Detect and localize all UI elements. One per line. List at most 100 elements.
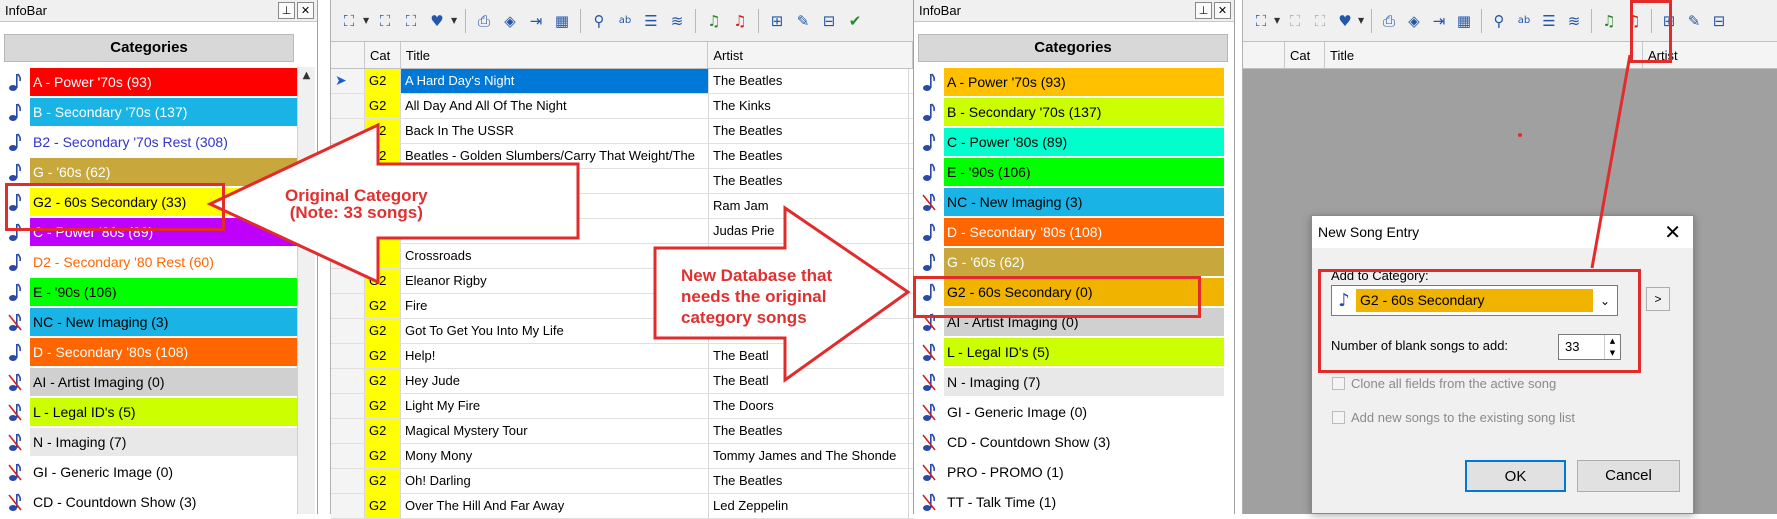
table-row[interactable]: G2 All Day And All Of The Night The Kinks xyxy=(331,94,913,119)
category-item[interactable]: A - Power '70s (93) xyxy=(914,67,1224,97)
add-existing-checkbox[interactable] xyxy=(1332,411,1345,424)
artist-cell[interactable]: Tommy James and The Shonde xyxy=(709,444,909,468)
close-icon[interactable]: ✕ xyxy=(1214,2,1231,19)
artist-cell[interactable]: The Beatles xyxy=(709,419,909,443)
add-song-icon[interactable]: ♫ xyxy=(702,9,726,33)
dropdown-arrow-icon[interactable]: ▼ xyxy=(1274,16,1282,25)
category-item[interactable]: PRO - PROMO (1) xyxy=(914,457,1224,487)
category-item[interactable]: N - Imaging (7) xyxy=(914,367,1224,397)
binoculars-up-icon[interactable]: ⛶ xyxy=(1283,9,1307,33)
row-indicator[interactable] xyxy=(331,219,365,243)
search-icon[interactable]: ⚲ xyxy=(587,9,611,33)
row-indicator[interactable] xyxy=(331,94,365,118)
title-cell[interactable]: Light My Fire xyxy=(401,394,709,418)
row-indicator[interactable] xyxy=(331,144,365,168)
column-header-artist[interactable]: Artist xyxy=(708,42,913,68)
category-item[interactable]: E - '90s (106) xyxy=(0,277,298,307)
row-indicator[interactable] xyxy=(331,369,365,393)
artist-cell[interactable]: The Beatles xyxy=(709,69,909,93)
cat-cell[interactable]: G2 xyxy=(365,294,401,318)
title-cell[interactable]: Mony Mony xyxy=(401,444,709,468)
binoculars-down-icon[interactable]: ⛶ xyxy=(1308,9,1332,33)
artist-cell[interactable]: The Beatl xyxy=(709,369,909,393)
row-indicator[interactable] xyxy=(331,444,365,468)
title-cell[interactable] xyxy=(401,169,709,193)
title-cell[interactable]: Fire xyxy=(401,294,709,318)
list-sort-icon[interactable]: ≋ xyxy=(665,9,689,33)
table-row[interactable]: G2 Mony Mony Tommy James and The Shonde xyxy=(331,444,913,469)
search-icon[interactable]: ⚲ xyxy=(1487,9,1511,33)
artist-cell[interactable]: Ram Jam xyxy=(709,194,909,218)
table-row[interactable]: G2 Back In The USSR The Beatles xyxy=(331,119,913,144)
cat-cell[interactable]: G2 xyxy=(365,94,401,118)
column-header-cat[interactable]: Cat xyxy=(365,42,401,68)
category-item[interactable]: D - Secondary '80s (108) xyxy=(914,217,1224,247)
title-cell[interactable]: Eleanor Rigby xyxy=(401,269,709,293)
row-indicator[interactable] xyxy=(331,294,365,318)
cat-cell[interactable]: G2 xyxy=(365,119,401,143)
category-item[interactable]: B - Secondary '70s (137) xyxy=(914,97,1224,127)
cat-cell[interactable]: G2 xyxy=(365,369,401,393)
artist-cell[interactable]: The Doors xyxy=(709,394,909,418)
table-row[interactable]: G2 Light My Fire The Doors xyxy=(331,394,913,419)
row-indicator[interactable] xyxy=(331,344,365,368)
row-indicator[interactable] xyxy=(331,244,365,268)
cat-cell[interactable] xyxy=(365,219,401,243)
spreadsheet-icon[interactable]: ▦ xyxy=(550,9,574,33)
category-item[interactable]: N - Imaging (7) xyxy=(0,427,298,457)
table-row[interactable]: G2 Help! The Beatl xyxy=(331,344,913,369)
title-cell[interactable]: Over The Hill And Far Away xyxy=(401,494,709,518)
title-cell[interactable] xyxy=(401,219,709,243)
title-cell[interactable]: Oh! Darling xyxy=(401,469,709,493)
edit-icon[interactable]: ✎ xyxy=(791,9,815,33)
ok-button[interactable]: OK xyxy=(1465,460,1566,492)
artist-cell[interactable]: Led Zeppelin xyxy=(709,494,909,518)
title-cell[interactable]: A Hard Day's Night xyxy=(401,69,709,93)
cat-cell[interactable]: G2 xyxy=(365,444,401,468)
row-indicator[interactable] xyxy=(331,319,365,343)
title-cell[interactable]: Beatles - Golden Slumbers/Carry That Wei… xyxy=(401,144,709,168)
title-cell[interactable]: Got To Get You Into My Life xyxy=(401,319,709,343)
title-cell[interactable]: Back In The USSR xyxy=(401,119,709,143)
category-item[interactable]: D - Secondary '80s (108) xyxy=(0,337,298,367)
close-icon[interactable]: ✕ xyxy=(1664,220,1681,244)
title-cell[interactable]: Magical Mystery Tour xyxy=(401,419,709,443)
grid-edit-icon[interactable]: ⊟ xyxy=(1707,9,1731,33)
artist-cell[interactable]: The Beatles xyxy=(709,469,909,493)
category-item[interactable]: L - Legal ID's (5) xyxy=(914,337,1224,367)
cat-cell[interactable]: G2 xyxy=(365,469,401,493)
category-item[interactable]: CD - Countdown Show (3) xyxy=(914,427,1224,457)
row-indicator[interactable] xyxy=(331,119,365,143)
list-check-icon[interactable]: ☰ xyxy=(1537,9,1561,33)
column-header-cat[interactable]: Cat xyxy=(1285,42,1325,68)
binoculars-heart-icon[interactable]: ♥ xyxy=(425,9,449,33)
print-icon[interactable]: ⎙ xyxy=(472,9,496,33)
song-info-icon[interactable]: ⊞ xyxy=(765,9,789,33)
category-item[interactable]: B2 - Secondary '70s Rest (308) xyxy=(0,127,298,157)
dropdown-arrow-icon[interactable]: ▼ xyxy=(451,16,459,25)
cat-cell[interactable]: G2 xyxy=(365,69,401,93)
row-indicator[interactable] xyxy=(331,494,365,518)
export-icon[interactable]: ⇥ xyxy=(524,9,548,33)
clone-checkbox[interactable] xyxy=(1332,377,1345,390)
row-indicator[interactable] xyxy=(331,419,365,443)
category-item[interactable]: A - Power '70s (93) xyxy=(0,67,298,97)
scroll-up-icon[interactable]: ▲ xyxy=(298,67,315,85)
delete-song-icon[interactable]: ♫ xyxy=(728,9,752,33)
category-item[interactable]: TT - Talk Time (1) xyxy=(914,487,1224,517)
cat-cell[interactable]: G2 xyxy=(365,419,401,443)
close-icon[interactable]: ✕ xyxy=(297,2,314,19)
current-row-arrow-icon[interactable]: ➤ xyxy=(331,69,365,93)
replace-icon[interactable]: ab xyxy=(1512,9,1536,33)
table-row[interactable]: G2 Beatles - Golden Slumbers/Carry That W… xyxy=(331,144,913,169)
pin-icon[interactable]: ⊥ xyxy=(1195,2,1212,19)
table-row[interactable]: ➤ G2 A Hard Day's Night The Beatles xyxy=(331,69,913,94)
row-indicator[interactable] xyxy=(331,394,365,418)
artist-cell[interactable]: The Beatles xyxy=(709,144,909,168)
table-row[interactable]: G2 Hey Jude The Beatl xyxy=(331,369,913,394)
cat-cell[interactable]: G2 xyxy=(365,144,401,168)
category-item[interactable]: NC - New Imaging (3) xyxy=(0,307,298,337)
cat-cell[interactable]: G2 xyxy=(365,394,401,418)
spreadsheet-icon[interactable]: ▦ xyxy=(1452,9,1476,33)
print-icon[interactable]: ⎙ xyxy=(1377,9,1401,33)
